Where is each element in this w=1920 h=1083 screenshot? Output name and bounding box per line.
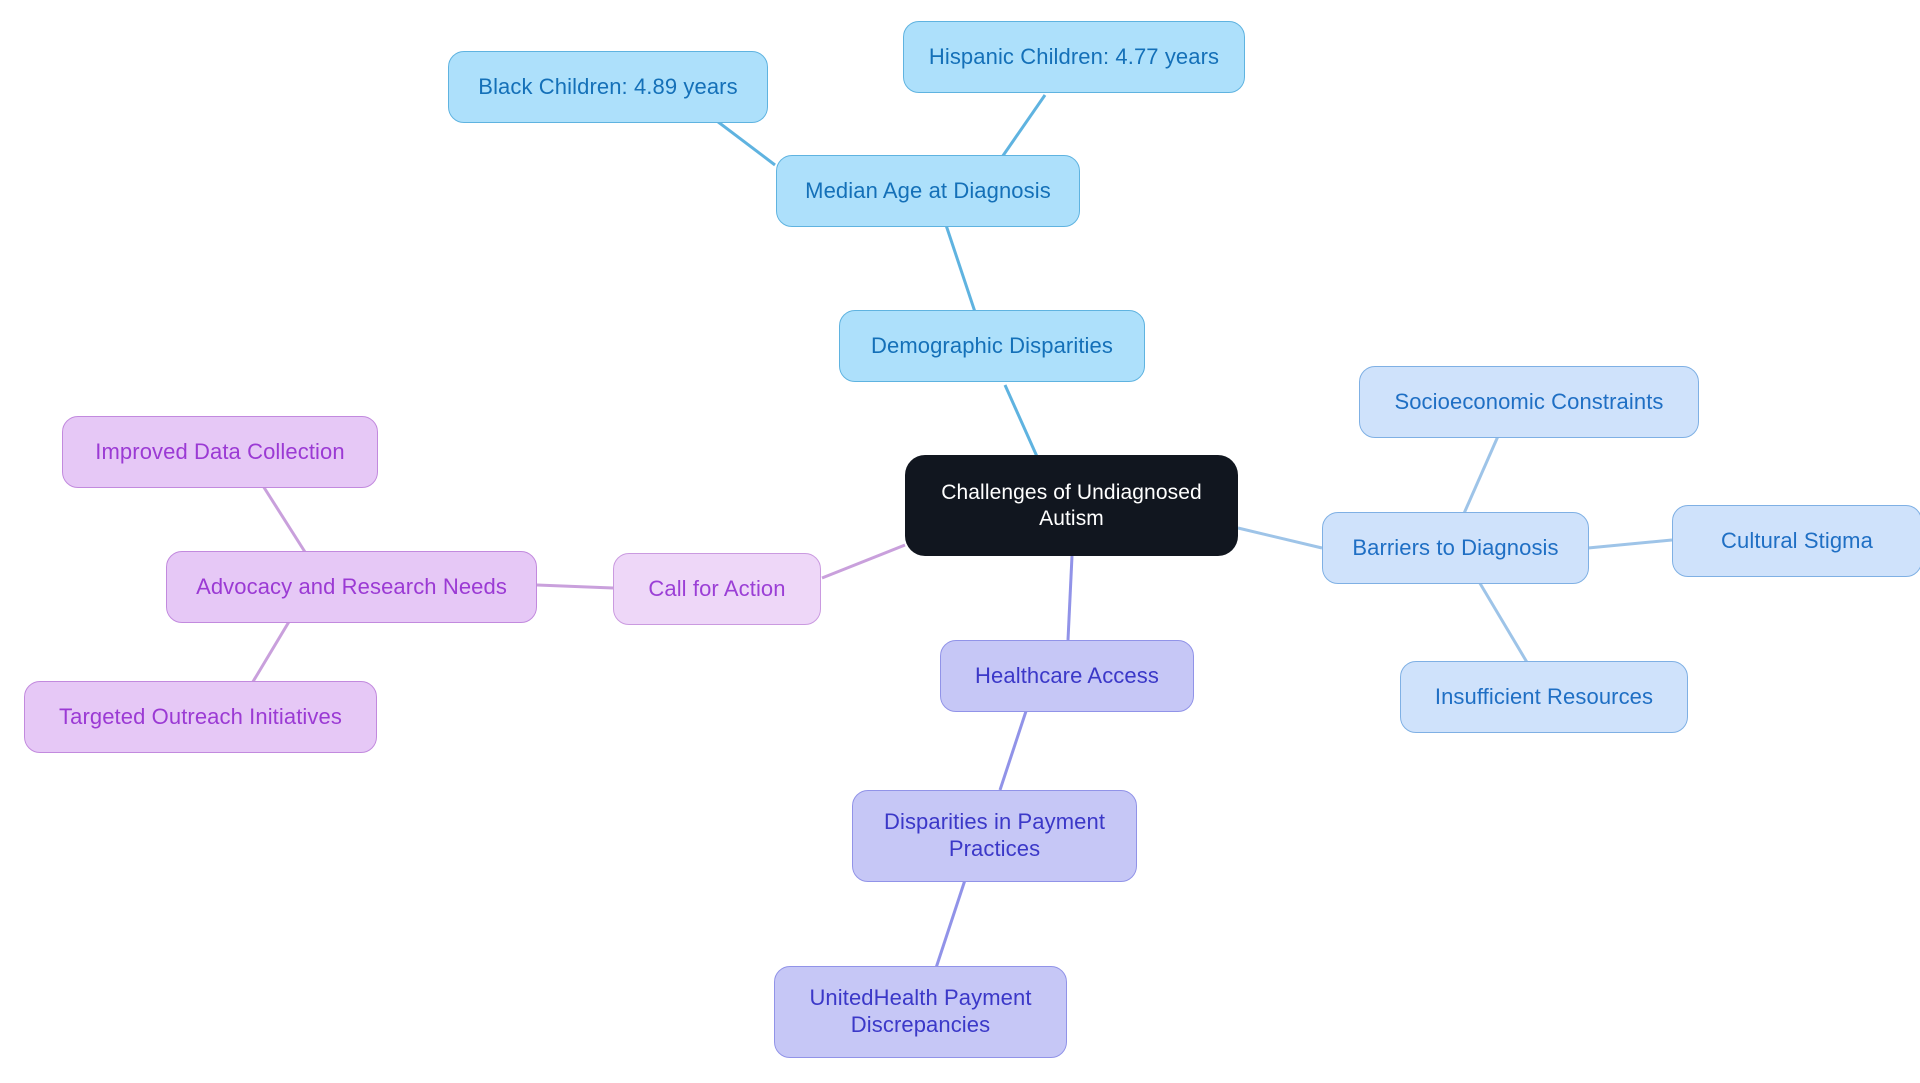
edge-barriers-to-cultural-stigma [1587, 538, 1673, 550]
node-median-age-at-diagnosis[interactable]: Median Age at Diagnosis [776, 155, 1080, 227]
node-hispanic-children[interactable]: Hispanic Children: 4.77 years [903, 21, 1245, 93]
mindmap-canvas: Challenges of Undiagnosed Autism Demogra… [0, 0, 1920, 1083]
node-unitedhealth-payment-discrepancies[interactable]: UnitedHealth Payment Discrepancies [774, 966, 1067, 1058]
node-root-challenges-of-undiagnosed-autism[interactable]: Challenges of Undiagnosed Autism [905, 455, 1238, 556]
edge-root-to-barriers [1237, 526, 1323, 550]
node-socioeconomic-constraints[interactable]: Socioeconomic Constraints [1359, 366, 1699, 438]
node-insufficient-resources[interactable]: Insufficient Resources [1400, 661, 1688, 733]
node-healthcare-access[interactable]: Healthcare Access [940, 640, 1194, 712]
node-barriers-to-diagnosis[interactable]: Barriers to Diagnosis [1322, 512, 1589, 584]
edge-advocacy-to-improved-data [256, 477, 307, 553]
edge-demographic-to-median-age [943, 221, 977, 313]
edge-barriers-to-insufficient-resources [1476, 579, 1530, 665]
node-cultural-stigma[interactable]: Cultural Stigma [1672, 505, 1920, 577]
edge-root-to-healthcare-access [1066, 555, 1074, 641]
edge-payment-practices-to-unitedhealth [934, 879, 967, 969]
node-targeted-outreach-initiatives[interactable]: Targeted Outreach Initiatives [24, 681, 377, 753]
edge-median-age-to-hispanic-children [998, 94, 1047, 161]
edge-call-for-action-to-advocacy [536, 583, 614, 590]
node-demographic-disparities[interactable]: Demographic Disparities [839, 310, 1145, 382]
edge-root-to-call-for-action [821, 543, 906, 580]
node-improved-data-collection[interactable]: Improved Data Collection [62, 416, 378, 488]
node-advocacy-and-research-needs[interactable]: Advocacy and Research Needs [166, 551, 537, 623]
node-disparities-in-payment-practices[interactable]: Disparities in Payment Practices [852, 790, 1137, 882]
node-call-for-action[interactable]: Call for Action [613, 553, 821, 625]
edge-advocacy-to-targeted-outreach [246, 619, 292, 691]
node-black-children[interactable]: Black Children: 4.89 years [448, 51, 768, 123]
